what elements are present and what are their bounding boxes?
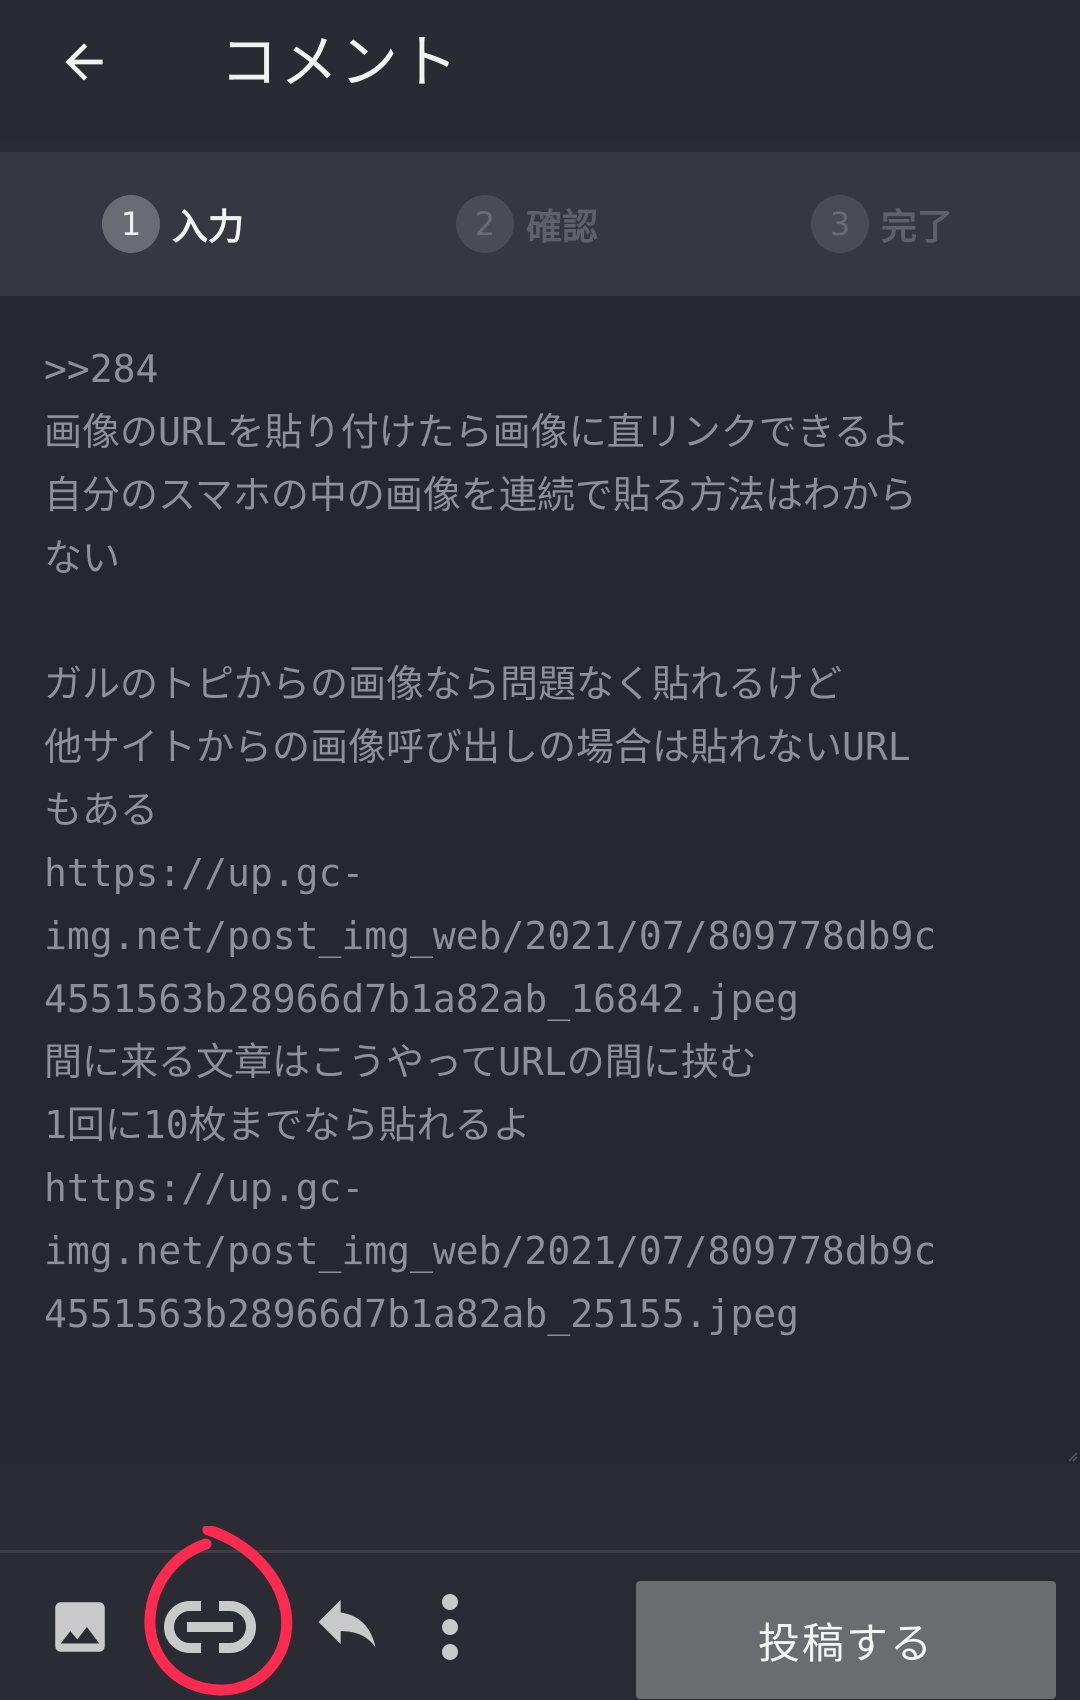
image-icon (55, 1602, 105, 1652)
step-complete: 3 完了 (811, 192, 953, 256)
app-header: コメント (0, 0, 1080, 142)
link-icon (164, 1597, 256, 1657)
step-indicator: 1 入力 2 確認 3 完了 (0, 152, 1080, 296)
page-title: コメント (220, 28, 461, 96)
step-label: 入力 (172, 207, 245, 248)
step-number: 1 (102, 195, 160, 253)
resize-handle-icon[interactable] (1064, 1448, 1078, 1462)
step-label: 完了 (881, 207, 954, 248)
comment-textarea[interactable]: >>284 画像のURLを貼り付けたら画像に直リンクできるよ 自分のスマホの中の… (0, 296, 1080, 1464)
reply-icon (318, 1599, 376, 1648)
insert-image-button[interactable] (40, 1587, 120, 1667)
step-input: 1 入力 (102, 192, 244, 256)
comment-text[interactable]: >>284 画像のURLを貼り付けたら画像に直リンクできるよ 自分のスマホの中の… (44, 338, 1044, 1346)
step-confirm: 2 確認 (456, 192, 598, 256)
step-number: 3 (811, 195, 869, 253)
more-options-button[interactable] (430, 1587, 470, 1667)
step-label: 確認 (526, 207, 599, 248)
more-vert-icon (442, 1594, 458, 1660)
post-button[interactable]: 投稿する (636, 1581, 1056, 1699)
back-button[interactable] (52, 30, 116, 94)
reply-button[interactable] (306, 1581, 388, 1663)
step-number: 2 (456, 195, 514, 253)
bottom-toolbar: 投稿する (0, 1550, 1080, 1700)
arrow-back-icon (65, 43, 103, 81)
insert-link-button[interactable] (160, 1577, 260, 1677)
